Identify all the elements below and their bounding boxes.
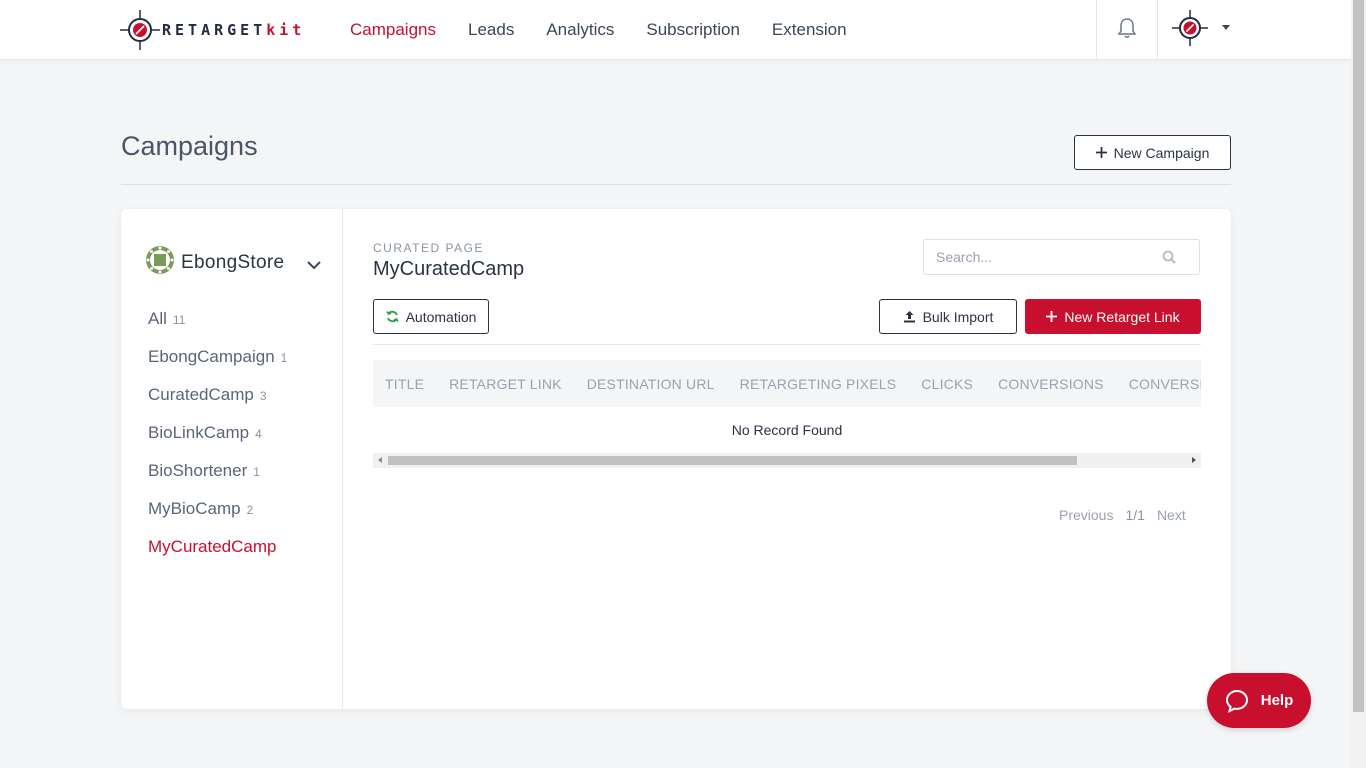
next-page-button[interactable]: Next — [1157, 507, 1186, 523]
campaign-type-label: CURATED PAGE — [373, 241, 484, 255]
page-indicator: 1/1 — [1125, 507, 1145, 523]
upload-icon — [903, 310, 916, 323]
main-nav: Campaigns Leads Analytics Subscription E… — [350, 0, 879, 60]
top-navbar: RETARGETkit Campaigns Leads Analytics Su… — [0, 0, 1351, 60]
header-divider — [121, 184, 1231, 185]
automation-button[interactable]: Automation — [373, 299, 489, 334]
nav-subscription[interactable]: Subscription — [646, 20, 740, 40]
scroll-left-arrow-icon[interactable] — [378, 457, 382, 463]
scroll-right-arrow-icon[interactable] — [1192, 457, 1196, 463]
bulk-import-button[interactable]: Bulk Import — [879, 299, 1017, 334]
nav-leads[interactable]: Leads — [468, 20, 514, 40]
user-menu[interactable] — [1170, 8, 1240, 53]
store-selector[interactable]: EbongStore — [145, 245, 284, 280]
campaign-item-ebongcampaign[interactable]: EbongCampaign 1 — [148, 347, 287, 385]
page-title: Campaigns — [121, 131, 258, 161]
logo-target-icon — [120, 10, 160, 50]
empty-state-text: No Record Found — [731, 422, 843, 438]
new-campaign-label: New Campaign — [1113, 144, 1210, 161]
search-input[interactable] — [936, 240, 1156, 274]
notifications-button[interactable] — [1096, 0, 1158, 60]
campaigns-card: EbongStore All 11 EbongCampaign 1 CuratedC… — [121, 209, 1231, 709]
campaign-detail: CURATED PAGE MyCuratedCamp Automation — [343, 209, 1231, 709]
new-campaign-button[interactable]: New Campaign — [1074, 135, 1231, 170]
help-button[interactable]: Help — [1207, 673, 1311, 728]
bell-icon — [1117, 17, 1137, 44]
avatar — [1170, 8, 1210, 53]
bulk-import-label: Bulk Import — [922, 308, 994, 325]
campaign-item-mycuratedcamp[interactable]: MyCuratedCamp — [148, 537, 287, 575]
links-table: TITLE RETARGET LINK DESTINATION URL RETA… — [373, 360, 1201, 468]
chevron-down-icon — [1222, 24, 1230, 30]
chat-bubble-icon — [1225, 689, 1249, 713]
column-header[interactable]: RETARGETING PIXELS — [740, 376, 897, 392]
chevron-down-icon[interactable] — [307, 257, 321, 275]
campaign-item-curatedcamp[interactable]: CuratedCamp 3 — [148, 385, 287, 423]
help-label: Help — [1260, 692, 1294, 709]
table-horizontal-scrollbar[interactable] — [373, 453, 1201, 468]
plus-icon — [1046, 311, 1058, 322]
table-header: TITLE RETARGET LINK DESTINATION URL RETA… — [373, 360, 1201, 407]
previous-page-button[interactable]: Previous — [1059, 507, 1113, 523]
column-header[interactable]: TITLE — [385, 376, 424, 392]
plus-icon — [1095, 147, 1107, 158]
logo-text: RETARGETkit — [162, 21, 306, 39]
search-icon[interactable] — [1162, 250, 1176, 269]
column-header[interactable]: CONVERSIONS — [998, 376, 1104, 392]
nav-analytics[interactable]: Analytics — [546, 20, 614, 40]
toolbar-divider — [373, 344, 1201, 345]
new-retarget-link-label: New Retarget Link — [1064, 308, 1180, 325]
campaign-item-bioshortener[interactable]: BioShortener 1 — [148, 461, 287, 499]
store-logo-icon — [145, 245, 175, 280]
store-name: EbongStore — [181, 251, 285, 273]
scrollbar-thumb[interactable] — [1353, 0, 1364, 712]
retargetkit-logo[interactable]: RETARGETkit — [120, 10, 305, 50]
page-vertical-scrollbar[interactable] — [1351, 0, 1366, 768]
nav-extension[interactable]: Extension — [772, 20, 847, 40]
campaign-title: MyCuratedCamp — [373, 258, 525, 280]
search-box — [923, 239, 1200, 275]
scrollbar-thumb[interactable] — [388, 456, 1077, 465]
pagination: Previous 1/1 Next — [1059, 507, 1186, 523]
campaign-item-all[interactable]: All 11 — [148, 309, 287, 347]
new-retarget-link-button[interactable]: New Retarget Link — [1025, 299, 1201, 334]
automation-label: Automation — [405, 308, 477, 325]
nav-campaigns[interactable]: Campaigns — [350, 20, 436, 40]
campaign-item-mybiocamp[interactable]: MyBioCamp 2 — [148, 499, 287, 537]
column-header[interactable]: RETARGET LINK — [449, 376, 562, 392]
column-header[interactable]: CLICKS — [921, 376, 973, 392]
column-header[interactable]: CONVERSION RATE — [1129, 376, 1201, 392]
campaign-item-biolinkcamp[interactable]: BioLinkCamp 4 — [148, 423, 287, 461]
campaign-list: All 11 EbongCampaign 1 CuratedCamp 3 BioLin… — [148, 309, 287, 575]
campaign-sidebar: EbongStore All 11 EbongCampaign 1 CuratedC… — [121, 209, 343, 709]
column-header[interactable]: DESTINATION URL — [587, 376, 715, 392]
refresh-icon — [385, 310, 399, 323]
